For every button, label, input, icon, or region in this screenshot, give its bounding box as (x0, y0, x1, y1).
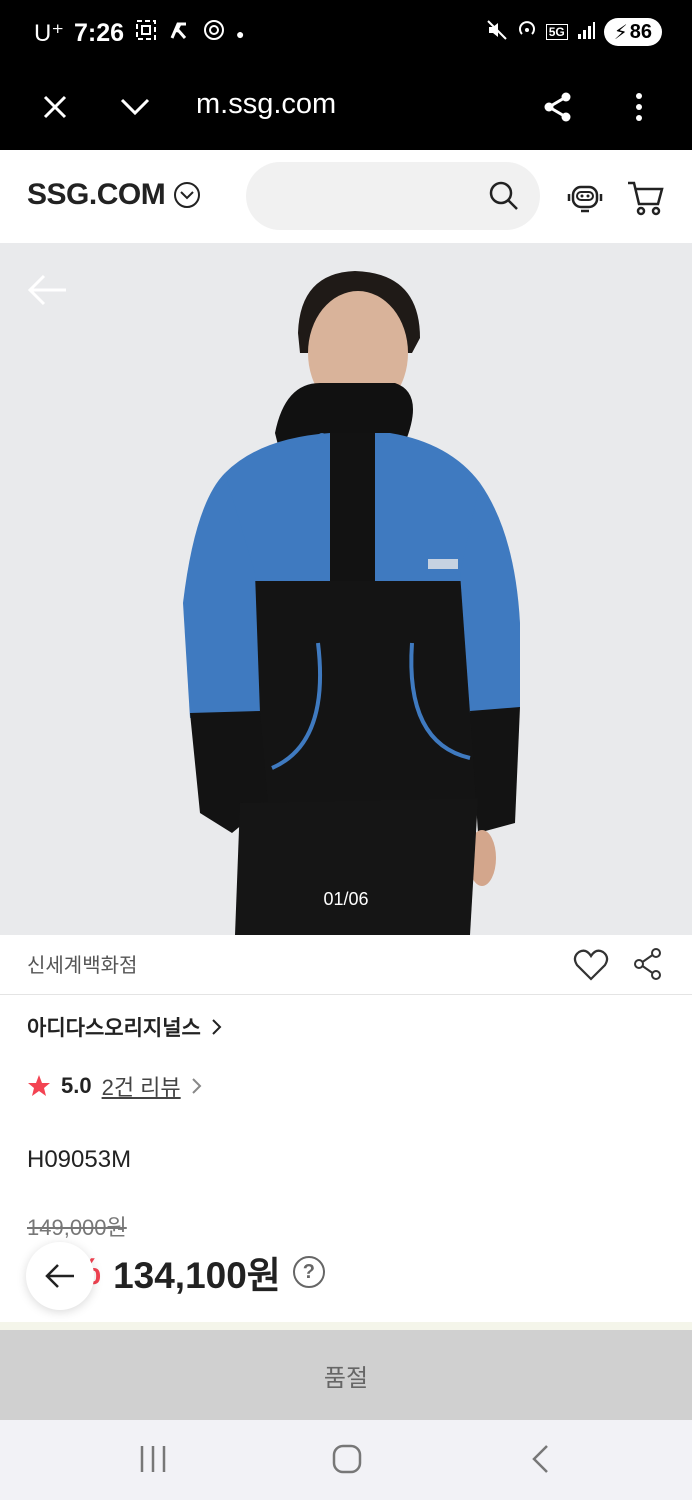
soldout-label: 품절 (323, 1364, 369, 1392)
url-text[interactable]: m.ssg.com (196, 88, 336, 121)
logo-text: SSG.COM (27, 178, 166, 211)
floating-back-button[interactable] (26, 1242, 94, 1310)
share-icon[interactable] (632, 947, 664, 981)
search-icon[interactable] (488, 180, 520, 212)
product-model-code: H09053M (27, 1146, 132, 1173)
battery-level: 86 (629, 20, 652, 43)
more-vertical-icon (636, 93, 642, 121)
cart-icon[interactable] (625, 177, 665, 217)
screenshot-icon (134, 18, 158, 49)
runner-icon (168, 18, 192, 49)
browser-toolbar: m.ssg.com (0, 68, 692, 150)
more-menu-button[interactable] (616, 84, 662, 130)
clock: 7:26 (74, 19, 125, 47)
collapse-button[interactable] (112, 84, 158, 130)
system-nav-bar (0, 1420, 692, 1500)
search-input[interactable] (246, 162, 540, 230)
battery-indicator: ⚡ 86 (603, 18, 662, 46)
carrier-label: U⁺ (34, 20, 64, 47)
chevron-down-icon (120, 98, 150, 116)
recent-apps-icon[interactable] (138, 1442, 168, 1476)
chevron-right-icon (191, 1078, 202, 1094)
share-button[interactable] (535, 84, 581, 130)
review-count-link[interactable]: 2건 리뷰 (102, 1070, 181, 1102)
star-icon (28, 1075, 50, 1096)
settings-gear-icon (202, 18, 226, 49)
notification-dot-icon: ● (236, 25, 245, 42)
mute-icon (486, 19, 508, 46)
product-photo (183, 271, 520, 935)
section-divider (0, 1322, 692, 1330)
back-icon[interactable] (528, 1442, 552, 1476)
seller-row: 신세계백화점 (0, 935, 692, 995)
charging-icon: ⚡ (613, 21, 628, 44)
sale-price: 134,100원 (113, 1255, 281, 1296)
image-counter: 01/06 (323, 889, 369, 909)
rating-score: 5.0 (61, 1073, 92, 1098)
arrow-left-icon (45, 1264, 74, 1288)
network-5g-label: 5G (545, 24, 568, 40)
seller-name[interactable]: 신세계백화점 (27, 949, 137, 978)
rating-row[interactable]: 5.0 2건 리뷰 (27, 1070, 203, 1102)
close-icon (43, 95, 67, 119)
chevron-circle-down-icon (174, 182, 201, 208)
soldout-button[interactable]: 품절 (0, 1330, 692, 1420)
brand-name: 아디다스오리지널스 (27, 1017, 201, 1040)
share-icon (544, 92, 571, 122)
price-info-icon[interactable]: ? (292, 1256, 325, 1288)
ssg-logo[interactable]: SSG.COM (27, 178, 201, 212)
original-price: 149,000원 (27, 1215, 127, 1240)
chatbot-icon[interactable] (565, 177, 605, 217)
status-bar: U⁺ 7:26 ● 5G ⚡ 86 (0, 0, 692, 68)
heart-icon[interactable] (573, 948, 609, 982)
home-icon[interactable] (330, 1442, 364, 1476)
image-back-button[interactable] (26, 273, 68, 312)
site-header: SSG.COM (0, 150, 692, 243)
close-button[interactable] (32, 84, 78, 130)
signal-icon (576, 20, 596, 45)
product-image-carousel[interactable]: 01/06 (0, 243, 692, 935)
arrow-left-icon (27, 274, 66, 306)
brand-link[interactable]: 아디다스오리지널스 (27, 1012, 223, 1042)
hotspot-icon (516, 19, 538, 46)
chevron-right-icon (212, 1019, 222, 1035)
